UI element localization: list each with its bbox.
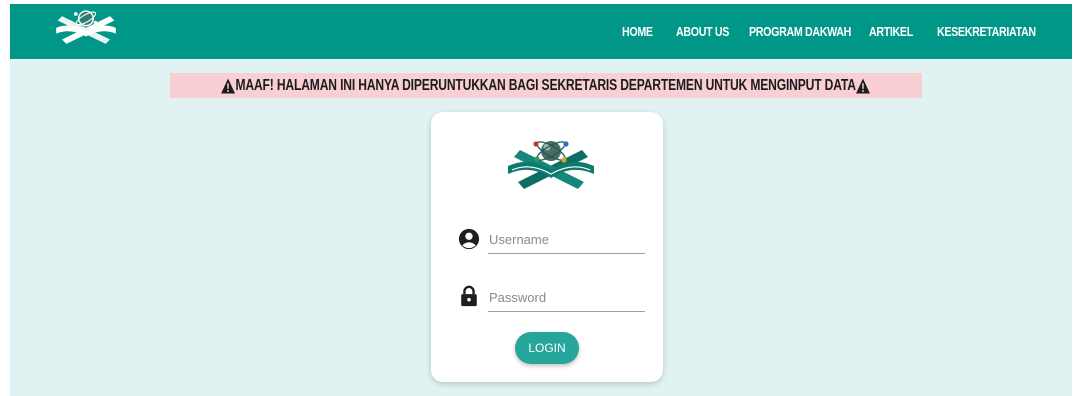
navbar: HOME ABOUT US PROGRAM DAKWAH ARTIKEL KES… [10,4,1072,59]
lock-icon [461,285,477,307]
alert-text: MAAF! HALAMAN INI HANYA DIPERUNTUKKAN BA… [235,76,857,94]
access-warning-alert: MAAF! HALAMAN INI HANYA DIPERUNTUKKAN BA… [170,73,922,98]
page-frame: HOME ABOUT US PROGRAM DAKWAH ARTIKEL KES… [10,4,1072,396]
password-input[interactable] [488,283,645,312]
nav-program-dakwah[interactable]: PROGRAM DAKWAH [749,24,851,39]
warning-icon [221,77,236,94]
nav-home[interactable]: HOME [622,24,653,39]
user-circle-icon [458,228,480,250]
login-card: LOGIN [431,112,663,382]
logo-icon [508,141,594,189]
login-button[interactable]: LOGIN [515,332,579,364]
nav-about-us[interactable]: ABOUT US [676,24,729,39]
warning-icon [856,77,871,94]
username-input[interactable] [488,225,645,254]
nav-kesekretariatan[interactable]: KESEKRETARIATAN [937,24,1036,39]
logo-icon[interactable] [52,6,120,54]
nav-artikel[interactable]: ARTIKEL [869,24,913,39]
